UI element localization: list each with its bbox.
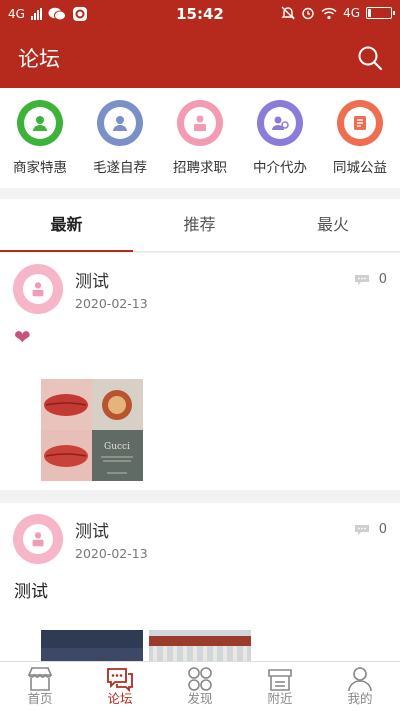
post-card[interactable]: 测试 2020-02-13 0 测试	[0, 503, 400, 661]
discover-grid-icon	[188, 667, 212, 691]
category-merchant-deals[interactable]: 商家特惠	[0, 100, 80, 176]
feed-tabs: 最新 推荐 最火	[0, 199, 400, 252]
category-label: 招聘求职	[173, 160, 227, 176]
home-store-icon	[27, 667, 53, 691]
category-agency[interactable]: 中介代办	[240, 100, 320, 176]
post-author[interactable]: 测试	[75, 517, 109, 542]
nav-label: 首页	[27, 691, 53, 706]
app-header: 论坛	[0, 28, 400, 88]
comment-count: 0	[378, 522, 387, 537]
post-image[interactable]	[149, 630, 251, 661]
alarm-icon	[302, 7, 314, 20]
category-self-recommend[interactable]: 毛遂自荐	[80, 100, 160, 176]
page-title: 论坛	[18, 47, 60, 71]
bottom-nav: 首页 论坛 发现 附近 我的	[0, 661, 400, 711]
post-image[interactable]: Gucci	[41, 379, 143, 481]
wifi-icon	[321, 7, 337, 19]
category-label: 中介代办	[253, 160, 307, 176]
post-date: 2020-02-13	[75, 296, 148, 311]
post-content: 测试	[14, 582, 48, 602]
search-icon[interactable]	[356, 44, 384, 72]
category-charity[interactable]: 同城公益	[320, 100, 400, 176]
nav-label: 附近	[267, 691, 293, 706]
nav-label: 发现	[187, 691, 213, 706]
comment-icon	[355, 525, 369, 535]
heart-icon: ❤	[14, 325, 31, 349]
tab-latest[interactable]: 最新	[0, 199, 133, 252]
comment-icon	[355, 275, 369, 285]
user-recommend-icon	[97, 100, 143, 146]
category-row: 商家特惠 毛遂自荐 招聘求职 中介代办 同城公益	[0, 88, 400, 188]
category-label: 同城公益	[333, 160, 387, 176]
nav-label: 论坛	[107, 691, 133, 706]
comment-count: 0	[378, 272, 387, 287]
avatar[interactable]	[13, 264, 63, 314]
post-author[interactable]: 测试	[75, 267, 109, 292]
nav-forum[interactable]: 论坛	[80, 662, 160, 711]
status-bar: 4G 15:42 4G	[0, 0, 400, 28]
job-icon	[177, 100, 223, 146]
profile-icon	[348, 667, 372, 692]
post-date: 2020-02-13	[75, 546, 148, 561]
nav-label: 我的	[347, 691, 373, 706]
post-card[interactable]: 测试 2020-02-13 0 ❤ Gucci	[0, 253, 400, 490]
status-right: 4G	[281, 6, 395, 20]
avatar[interactable]	[13, 514, 63, 564]
network-type-right: 4G	[343, 6, 360, 20]
category-jobs[interactable]: 招聘求职	[160, 100, 240, 176]
nav-profile[interactable]: 我的	[320, 662, 400, 711]
merchant-icon	[17, 100, 63, 146]
tab-recommended[interactable]: 推荐	[133, 199, 266, 252]
thumb-brand-text: Gucci	[104, 442, 130, 452]
nav-discover[interactable]: 发现	[160, 662, 240, 711]
mute-icon	[281, 6, 295, 20]
nav-home[interactable]: 首页	[0, 662, 80, 711]
charity-icon	[337, 100, 383, 146]
nearby-shop-icon	[268, 669, 292, 691]
post-image[interactable]	[41, 630, 143, 661]
agency-icon	[257, 100, 303, 146]
tab-hottest[interactable]: 最火	[266, 199, 400, 252]
battery-icon	[366, 7, 395, 19]
category-label: 商家特惠	[13, 160, 67, 176]
category-label: 毛遂自荐	[93, 160, 147, 176]
nav-nearby[interactable]: 附近	[240, 662, 320, 711]
forum-chat-icon	[107, 668, 133, 692]
